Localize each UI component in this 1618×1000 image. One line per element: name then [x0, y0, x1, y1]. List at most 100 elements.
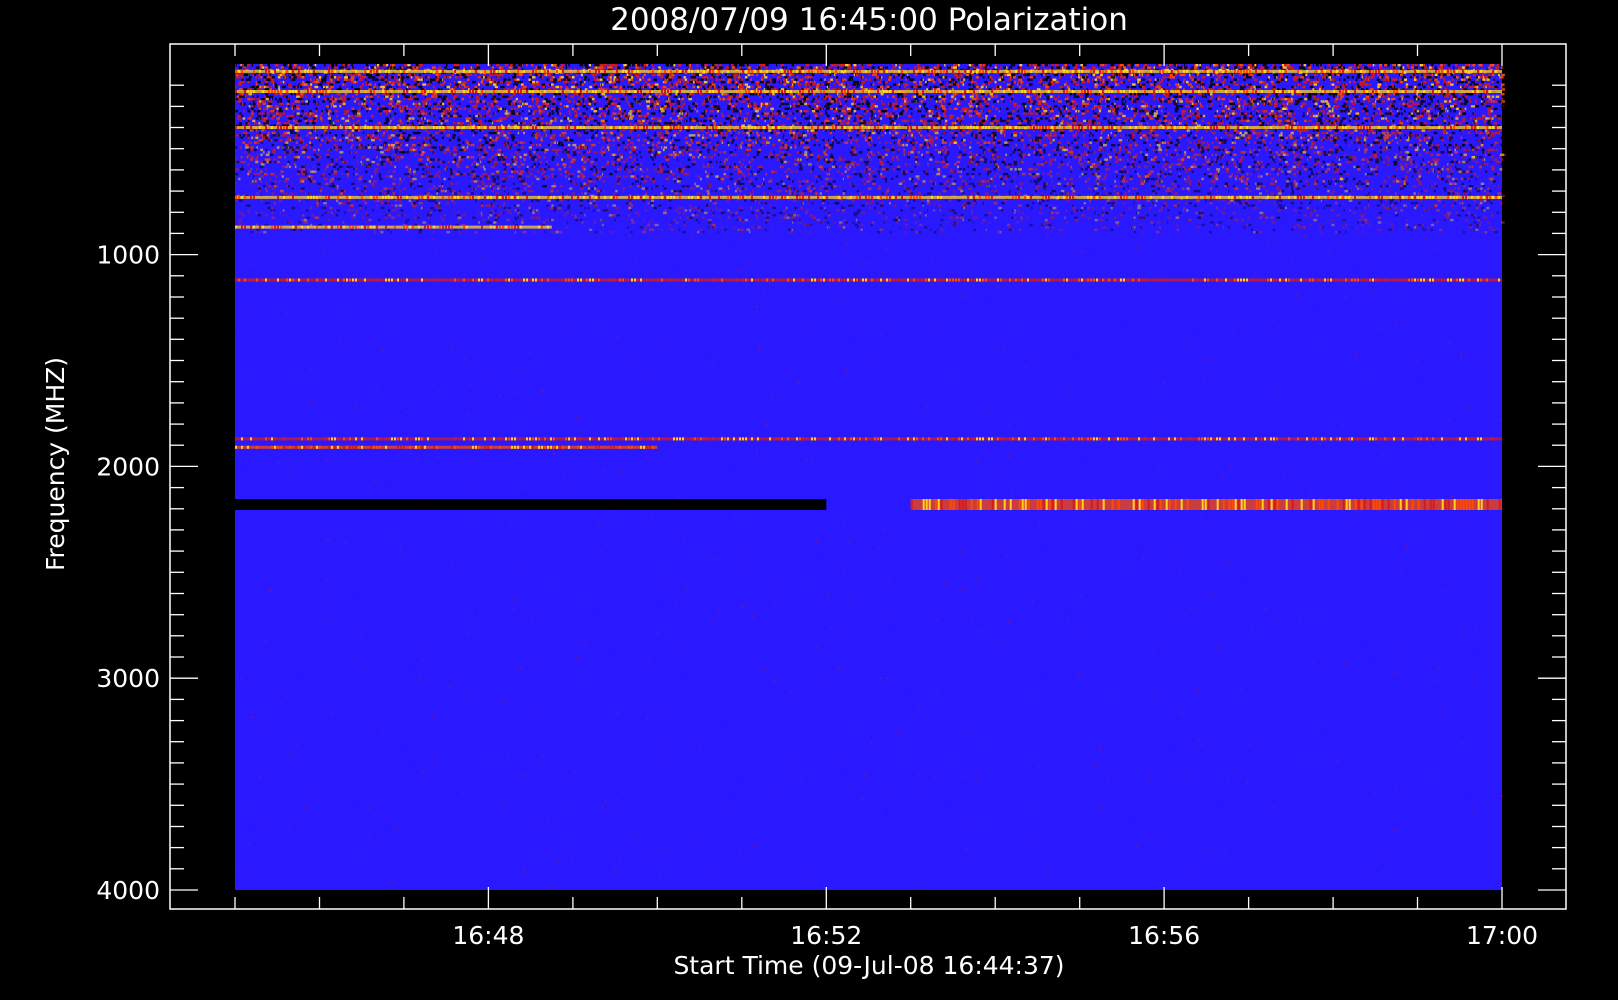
noise-cell: [1284, 64, 1287, 67]
noise-cell: [1472, 73, 1477, 77]
noise-cell: [1283, 66, 1287, 69]
noise-cell: [912, 100, 917, 103]
noise-cell: [1013, 80, 1017, 84]
noise-cell: [1342, 83, 1345, 86]
noise-cell: [643, 85, 648, 89]
noise-cell: [608, 100, 613, 103]
noise-cell: [304, 102, 306, 106]
noise-cell: [1243, 78, 1246, 81]
noise-cell: [401, 76, 405, 79]
noise-cell: [248, 105, 251, 108]
noise-cell: [921, 95, 926, 98]
noise-cell: [247, 97, 251, 101]
noise-cell: [944, 76, 947, 79]
noise-cell: [816, 83, 821, 86]
noise-cell: [267, 78, 271, 81]
noise-cell: [903, 102, 906, 106]
noise-cell: [671, 73, 675, 77]
noise-cell: [399, 66, 402, 69]
noise-cell: [477, 80, 479, 84]
noise-cell: [799, 95, 803, 98]
noise-cell: [834, 100, 836, 103]
noise-cell: [696, 80, 699, 84]
noise-cell: [292, 102, 295, 106]
noise-cell: [536, 93, 540, 96]
noise-cell: [372, 78, 375, 81]
noise-cell: [347, 78, 352, 81]
noise-cell: [572, 76, 575, 79]
noise-cell: [1422, 83, 1424, 86]
noise-cell: [1440, 73, 1443, 77]
noise-cell: [1303, 64, 1306, 67]
noise-cell: [1134, 76, 1138, 79]
noise-cell: [244, 73, 248, 77]
noise-cell: [530, 83, 534, 86]
noise-cell: [454, 76, 459, 79]
noise-cell: [842, 78, 845, 81]
noise-cell: [1092, 78, 1094, 81]
noise-cell: [804, 95, 807, 98]
noise-cell: [274, 85, 278, 89]
noise-cell: [1382, 73, 1384, 77]
noise-cell: [647, 83, 650, 86]
noise-cell: [732, 73, 734, 77]
noise-cell: [566, 83, 569, 86]
noise-cell: [939, 66, 942, 69]
noise-cell: [1229, 102, 1232, 106]
noise-cell: [755, 80, 758, 84]
noise-cell: [1392, 97, 1396, 101]
noise-cell: [1112, 73, 1115, 77]
noise-cell: [1500, 93, 1505, 96]
noise-cell: [627, 85, 630, 89]
noise-cell: [484, 95, 487, 98]
noise-cell: [1293, 76, 1296, 79]
noise-cell: [333, 97, 335, 101]
noise-cell: [799, 97, 801, 101]
noise-cell: [1331, 93, 1335, 96]
noise-cell: [958, 102, 961, 106]
noise-cell: [938, 95, 942, 98]
noise-cell: [386, 64, 388, 67]
noise-cell: [391, 80, 396, 84]
noise-cell: [1114, 102, 1116, 106]
noise-cell: [1132, 100, 1137, 103]
noise-cell: [975, 85, 980, 89]
noise-cell: [816, 85, 819, 89]
noise-cell: [526, 64, 528, 67]
noise-cell: [1225, 93, 1229, 96]
noise-cell: [1178, 95, 1182, 98]
noise-cell: [718, 95, 720, 98]
noise-cell: [386, 73, 388, 77]
noise-cell: [1258, 73, 1262, 77]
noise-cell: [1037, 64, 1041, 67]
noise-cell: [731, 64, 733, 67]
noise-cell: [1111, 76, 1116, 79]
noise-cell: [1135, 64, 1139, 67]
noise-cell: [1345, 97, 1349, 101]
noise-cell: [999, 85, 1002, 89]
noise-cell: [952, 83, 957, 86]
noise-cell: [1451, 93, 1456, 96]
noise-cell: [1388, 93, 1392, 96]
noise-cell: [1436, 80, 1440, 84]
noise-cell: [971, 73, 974, 77]
noise-cell: [1054, 73, 1058, 77]
noise-cell: [520, 64, 523, 67]
noise-cell: [1304, 93, 1306, 96]
noise-cell: [862, 100, 867, 103]
noise-cell: [1006, 66, 1008, 69]
noise-cell: [1346, 76, 1350, 79]
noise-cell: [1202, 85, 1204, 89]
noise-cell: [1135, 97, 1140, 101]
noise-cell: [1286, 76, 1289, 79]
noise-cell: [615, 78, 619, 81]
noise-cell: [796, 76, 799, 79]
noise-cell: [1043, 73, 1045, 77]
noise-cell: [435, 76, 437, 79]
noise-cell: [323, 85, 325, 89]
noise-cell: [1001, 76, 1003, 79]
noise-cell: [939, 80, 941, 84]
noise-cell: [1487, 76, 1491, 79]
noise-cell: [1410, 85, 1413, 89]
noise-cell: [314, 64, 317, 67]
